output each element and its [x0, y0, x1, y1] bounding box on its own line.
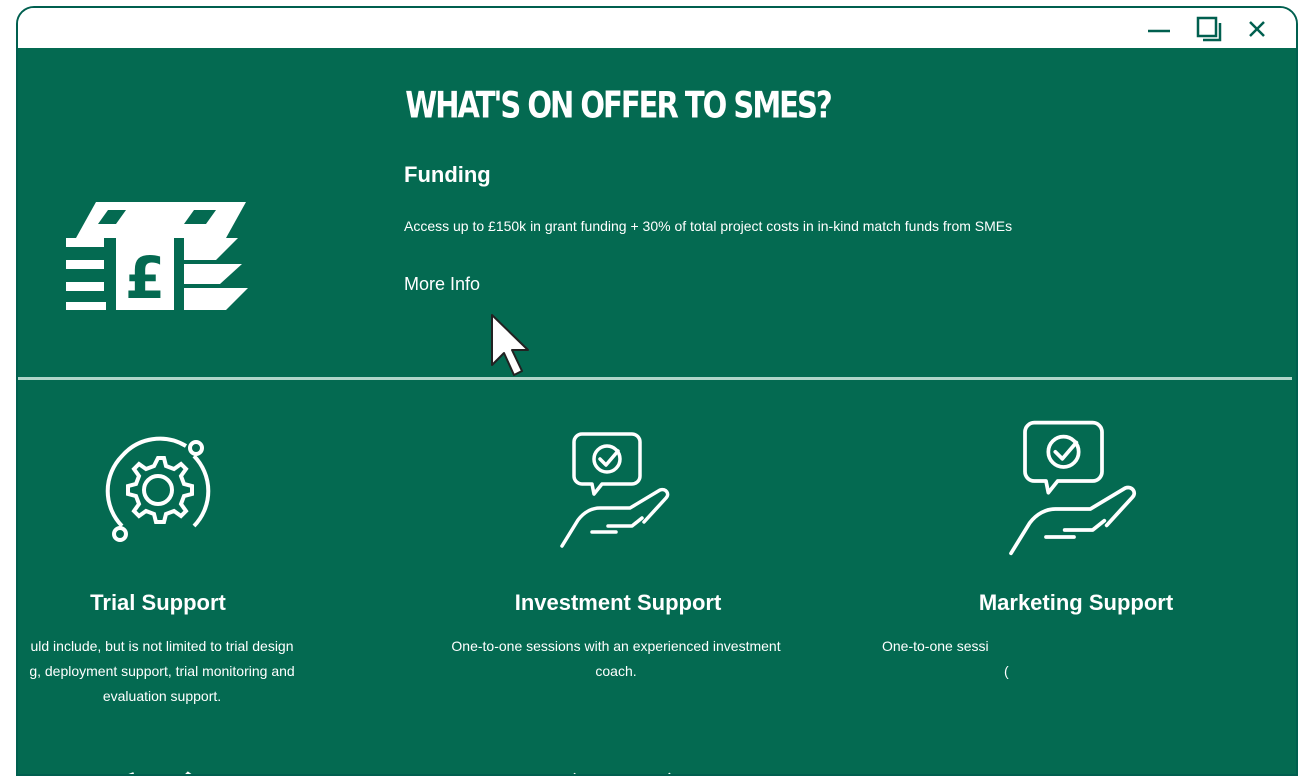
description-line: g, deployment support, trial monitoring … [29, 663, 295, 679]
section-divider [18, 377, 1292, 380]
description-line: coach. [595, 663, 637, 679]
gear-icon [98, 430, 218, 555]
hand-check-icon [556, 428, 676, 557]
partial-icon [98, 764, 218, 774]
description-line: evaluation support. [102, 688, 222, 704]
more-info-link[interactable]: More Info [404, 274, 480, 295]
description-line: One-to-one sessions with an experienced … [451, 638, 781, 654]
partial-icon [558, 764, 678, 774]
minimize-icon[interactable] [1144, 14, 1174, 44]
app-window: WHAT'S ON OFFER TO SMES? £ Funding Acces… [16, 6, 1298, 776]
funding-description: Access up to £150k in grant funding + 30… [404, 218, 1013, 234]
hand-check-icon [1004, 414, 1144, 567]
svg-text:£: £ [125, 244, 165, 310]
page-title: WHAT'S ON OFFER TO SMES? [405, 83, 832, 127]
money-stack-pound-icon: £ [66, 194, 256, 315]
description-line: One-to-one sessi [882, 638, 989, 654]
page-content: WHAT'S ON OFFER TO SMES? £ Funding Acces… [18, 48, 1296, 774]
marketing-support-title: Marketing Support [978, 590, 1174, 615]
description-line: uld include, but is not limited to trial… [30, 638, 294, 654]
trial-support-description: uld include, but is not limited to trial… [18, 634, 362, 709]
investment-support-title: Investment Support [514, 590, 722, 615]
description-line: ( [1004, 663, 1009, 679]
title-bar [18, 8, 1296, 48]
marketing-support-description: One-to-one sessi ( [882, 634, 1012, 684]
investment-support-description: One-to-one sessions with an experienced … [416, 634, 816, 684]
trial-support-title: Trial Support [90, 590, 226, 615]
funding-title: Funding [404, 162, 491, 187]
close-icon[interactable] [1242, 14, 1272, 44]
maximize-icon[interactable] [1194, 14, 1224, 44]
